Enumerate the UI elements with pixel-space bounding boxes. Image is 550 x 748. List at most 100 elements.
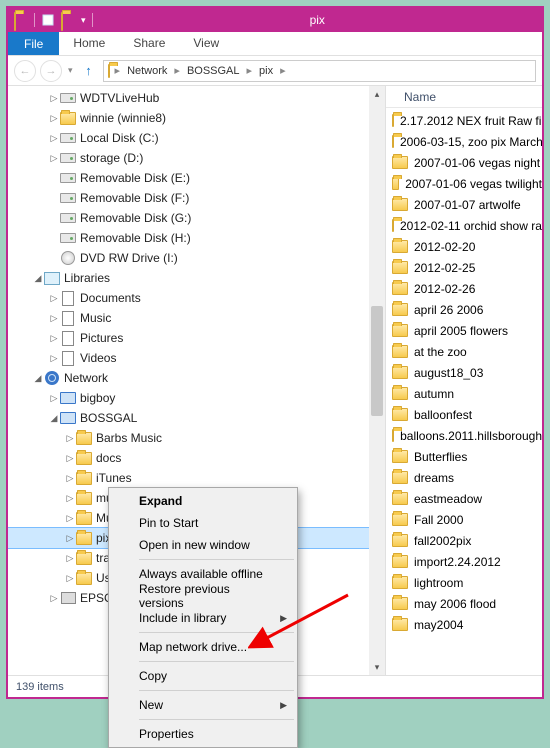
list-item[interactable]: april 2005 flowers [392, 320, 542, 341]
list-item[interactable]: 2012-02-11 orchid show raw [392, 215, 542, 236]
expand-icon[interactable]: ▷ [48, 133, 60, 144]
forward-button[interactable]: → [40, 60, 62, 82]
expand-icon[interactable]: ▷ [48, 313, 60, 324]
expand-icon[interactable]: ▷ [48, 153, 60, 164]
list-item[interactable]: april 26 2006 [392, 299, 542, 320]
menu-item[interactable]: Properties [111, 723, 295, 745]
back-button[interactable]: ← [14, 60, 36, 82]
tree-item[interactable]: Removable Disk (E:) [8, 168, 385, 188]
tree-item[interactable]: ▷Pictures [8, 328, 385, 348]
breadcrumb-bossgal[interactable]: BOSSGAL [185, 65, 242, 77]
tree-item[interactable]: ▷Music [8, 308, 385, 328]
menu-item[interactable]: Copy [111, 665, 295, 687]
list-item[interactable]: august18_03 [392, 362, 542, 383]
tree-item[interactable]: ▷docs [8, 448, 385, 468]
list-item[interactable]: 2.17.2012 NEX fruit Raw files [392, 110, 542, 131]
scroll-thumb[interactable] [371, 306, 383, 416]
tab-view[interactable]: View [179, 32, 233, 55]
file-list[interactable]: Name 2.17.2012 NEX fruit Raw files2006-0… [386, 86, 542, 675]
tab-share[interactable]: Share [119, 32, 179, 55]
recent-dropdown-icon[interactable]: ▾ [66, 65, 75, 76]
tree-scrollbar[interactable]: ▴ ▾ [369, 86, 385, 675]
expand-icon[interactable]: ▷ [64, 573, 76, 584]
list-item[interactable]: Butterflies [392, 446, 542, 467]
list-item[interactable]: 2007-01-07 artwolfe [392, 194, 542, 215]
tree-item[interactable]: ▷Videos [8, 348, 385, 368]
list-item[interactable]: 2007-01-06 vegas twilight [392, 173, 542, 194]
expand-icon[interactable]: ▷ [48, 393, 60, 404]
expand-icon[interactable]: ◢ [32, 373, 44, 384]
tree-item[interactable]: ▷Local Disk (C:) [8, 128, 385, 148]
tree-item[interactable]: Removable Disk (H:) [8, 228, 385, 248]
list-item[interactable]: eastmeadow [392, 488, 542, 509]
list-item[interactable]: dreams [392, 467, 542, 488]
list-item[interactable]: 2012-02-20 [392, 236, 542, 257]
qat-dropdown-icon[interactable]: ▾ [81, 15, 86, 26]
list-item[interactable]: may 2006 flood [392, 593, 542, 614]
tab-home[interactable]: Home [59, 32, 119, 55]
tree-item[interactable]: DVD RW Drive (I:) [8, 248, 385, 268]
list-item[interactable]: 2012-02-25 [392, 257, 542, 278]
qat-properties-icon[interactable] [41, 13, 55, 27]
chevron-right-icon[interactable]: ▸ [277, 64, 289, 77]
expand-icon[interactable]: ▷ [48, 293, 60, 304]
scroll-up-icon[interactable]: ▴ [369, 86, 385, 102]
tree-item[interactable]: ▷iTunes [8, 468, 385, 488]
expand-icon[interactable]: ▷ [64, 473, 76, 484]
expand-icon[interactable]: ▷ [64, 453, 76, 464]
breadcrumb[interactable]: ▸ Network ▸ BOSSGAL ▸ pix ▸ [103, 60, 536, 82]
list-item[interactable]: fall2002pix [392, 530, 542, 551]
tree-item[interactable]: Removable Disk (F:) [8, 188, 385, 208]
list-item[interactable]: Fall 2000 [392, 509, 542, 530]
expand-icon[interactable]: ▷ [64, 493, 76, 504]
expand-icon[interactable]: ▷ [64, 533, 76, 544]
tree-item[interactable]: ◢BOSSGAL [8, 408, 385, 428]
list-item[interactable]: 2007-01-06 vegas night [392, 152, 542, 173]
list-item[interactable]: at the zoo [392, 341, 542, 362]
menu-item[interactable]: Restore previous versions [111, 585, 295, 607]
expand-icon[interactable]: ▷ [64, 553, 76, 564]
tree-item[interactable]: ▷Barbs Music [8, 428, 385, 448]
tree-item[interactable]: ▷winnie (winnie8) [8, 108, 385, 128]
menu-item[interactable]: Include in library▶ [111, 607, 295, 629]
qat-newfolder-icon[interactable] [61, 13, 75, 27]
list-item[interactable]: balloonfest [392, 404, 542, 425]
list-item[interactable]: 2006-03-15, zoo pix March 2 [392, 131, 542, 152]
list-item[interactable]: lightroom [392, 572, 542, 593]
menu-item[interactable]: Open in new window [111, 534, 295, 556]
chevron-right-icon[interactable]: ▸ [171, 64, 183, 77]
list-item[interactable]: may2004 [392, 614, 542, 635]
breadcrumb-network[interactable]: Network [125, 65, 169, 77]
tree-item[interactable]: ◢Network [8, 368, 385, 388]
tree-item[interactable]: Removable Disk (G:) [8, 208, 385, 228]
expand-icon[interactable]: ◢ [32, 273, 44, 284]
expand-icon[interactable]: ▷ [48, 593, 60, 604]
menu-item[interactable]: Pin to Start [111, 512, 295, 534]
tree-item[interactable]: ▷Documents [8, 288, 385, 308]
expand-icon[interactable]: ◢ [48, 413, 60, 424]
tree-item[interactable]: ▷storage (D:) [8, 148, 385, 168]
expand-icon[interactable]: ▷ [48, 113, 60, 124]
tree-item[interactable]: ◢Libraries [8, 268, 385, 288]
list-item[interactable]: 2012-02-26 [392, 278, 542, 299]
tree-item[interactable]: ▷WDTVLiveHub [8, 88, 385, 108]
expand-icon[interactable]: ▷ [48, 93, 60, 104]
list-item[interactable]: import2.24.2012 [392, 551, 542, 572]
chevron-right-icon[interactable]: ▸ [244, 64, 256, 77]
chevron-right-icon[interactable]: ▸ [112, 64, 124, 77]
titlebar[interactable]: ▾ pix [8, 8, 542, 32]
scroll-down-icon[interactable]: ▾ [369, 659, 385, 675]
list-item[interactable]: balloons.2011.hillsborough [392, 425, 542, 446]
menu-item[interactable]: Expand [111, 490, 295, 512]
list-item[interactable]: autumn [392, 383, 542, 404]
expand-icon[interactable]: ▷ [48, 353, 60, 364]
expand-icon[interactable]: ▷ [48, 333, 60, 344]
breadcrumb-pix[interactable]: pix [257, 65, 275, 77]
menu-item[interactable]: New▶ [111, 694, 295, 716]
tree-item[interactable]: ▷bigboy [8, 388, 385, 408]
file-tab[interactable]: File [8, 32, 59, 55]
up-button[interactable]: ↑ [79, 61, 99, 81]
column-header-name[interactable]: Name [386, 86, 542, 108]
menu-item[interactable]: Map network drive... [111, 636, 295, 658]
expand-icon[interactable]: ▷ [64, 433, 76, 444]
